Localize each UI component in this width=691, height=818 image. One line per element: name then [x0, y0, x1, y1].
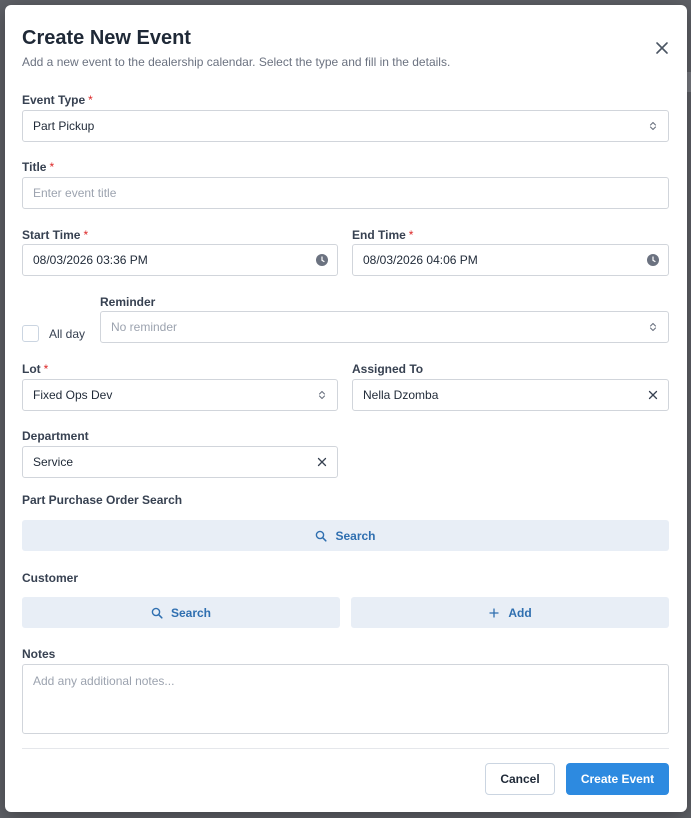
- all-day-label: All day: [49, 327, 86, 341]
- customer-add-button[interactable]: Add: [351, 597, 669, 628]
- end-time-value: 08/03/2026 04:06 PM: [363, 253, 478, 267]
- assigned-to-select[interactable]: Nella Dzomba: [352, 379, 669, 411]
- title-input[interactable]: Enter event title: [22, 177, 669, 209]
- part-po-search-button[interactable]: Search: [22, 520, 669, 551]
- department-label: Department: [22, 429, 89, 443]
- customer-search-button[interactable]: Search: [22, 597, 340, 628]
- notes-label: Notes: [22, 647, 56, 661]
- part-po-search-label: Part Purchase Order Search: [22, 493, 183, 507]
- notes-textarea[interactable]: Add any additional notes...: [22, 664, 669, 734]
- reminder-select[interactable]: No reminder: [100, 311, 669, 343]
- close-icon: [656, 42, 668, 54]
- start-time-input[interactable]: 08/03/2026 03:36 PM: [22, 244, 338, 276]
- chevron-updown-icon: [647, 120, 659, 132]
- dialog-subtitle: Add a new event to the dealership calend…: [22, 55, 451, 69]
- cancel-button[interactable]: Cancel: [485, 763, 555, 795]
- clock-icon[interactable]: [647, 254, 659, 266]
- chevron-updown-icon: [647, 321, 659, 333]
- clock-icon[interactable]: [316, 254, 328, 266]
- title-placeholder: Enter event title: [33, 186, 117, 200]
- customer-add-button-label: Add: [508, 605, 532, 620]
- create-event-dialog: Create New Event Add a new event to the …: [5, 5, 687, 812]
- end-time-input[interactable]: 08/03/2026 04:06 PM: [352, 244, 669, 276]
- assigned-to-label: Assigned To: [352, 362, 424, 376]
- reminder-placeholder: No reminder: [111, 320, 178, 334]
- clear-icon[interactable]: [316, 456, 328, 468]
- required-marker: *: [83, 228, 89, 242]
- lot-value: Fixed Ops Dev: [33, 388, 113, 402]
- required-marker: *: [408, 228, 414, 242]
- reminder-label: Reminder: [100, 295, 156, 309]
- required-marker: *: [88, 93, 93, 107]
- event-type-select[interactable]: Part Pickup: [22, 110, 669, 142]
- event-type-value: Part Pickup: [33, 119, 95, 133]
- customer-label: Customer: [22, 571, 79, 585]
- all-day-checkbox[interactable]: [22, 325, 39, 342]
- notes-placeholder: Add any additional notes...: [33, 674, 175, 688]
- create-event-button[interactable]: Create Event: [566, 763, 669, 795]
- search-icon: [151, 607, 163, 619]
- part-po-search-button-label: Search: [335, 528, 376, 543]
- lot-label: Lot *: [22, 362, 49, 376]
- department-select[interactable]: Service: [22, 446, 338, 478]
- title-label: Title *: [22, 160, 55, 174]
- required-marker: *: [49, 160, 55, 174]
- assigned-to-value: Nella Dzomba: [363, 388, 439, 402]
- lot-select[interactable]: Fixed Ops Dev: [22, 379, 338, 411]
- end-time-label: End Time *: [352, 228, 414, 242]
- footer-divider: [22, 748, 669, 749]
- search-icon: [316, 530, 328, 542]
- customer-search-button-label: Search: [170, 605, 212, 620]
- dialog-title: Create New Event: [22, 27, 191, 49]
- required-marker: *: [43, 362, 49, 376]
- plus-icon: [489, 607, 499, 618]
- start-time-label: Start Time *: [22, 228, 89, 242]
- clear-icon[interactable]: [647, 389, 659, 401]
- close-button[interactable]: [653, 39, 671, 57]
- chevron-updown-icon: [316, 389, 328, 401]
- event-type-label: Event Type *: [22, 93, 93, 107]
- department-value: Service: [33, 455, 74, 469]
- start-time-value: 08/03/2026 03:36 PM: [33, 253, 148, 267]
